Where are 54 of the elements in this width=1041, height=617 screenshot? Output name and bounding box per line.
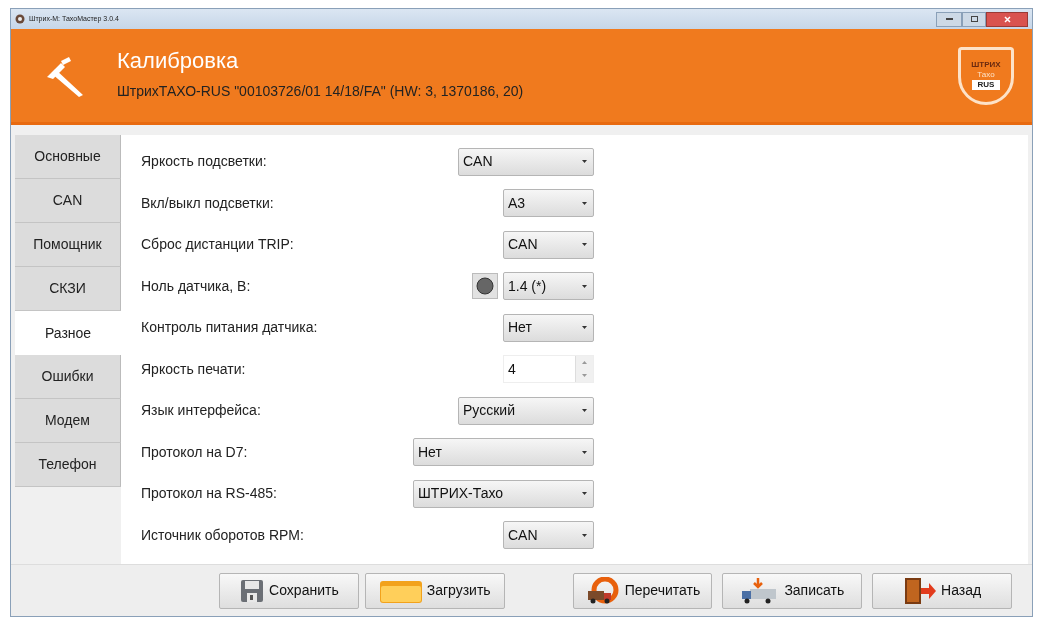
setting-label: Яркость печати: <box>141 359 246 379</box>
side-tab[interactable]: СКЗИ <box>15 267 121 311</box>
exit-door-icon <box>903 576 937 605</box>
toolbar-button[interactable]: Загрузить <box>364 572 505 609</box>
maximize-button[interactable] <box>962 11 986 27</box>
side-tab[interactable]: Ошибки <box>15 355 121 399</box>
dropdown-caret-icon <box>582 492 587 496</box>
dropdown-caret-icon <box>582 450 587 454</box>
dropdown-caret-icon <box>582 243 587 247</box>
dropdown-caret-icon <box>582 409 587 413</box>
setting-label: Протокол на RS-485: <box>141 484 277 504</box>
close-button[interactable] <box>986 11 1028 27</box>
dropdown-caret-icon <box>582 160 587 164</box>
logo-text: Тахо <box>977 69 995 80</box>
dropdown-caret-icon <box>582 533 587 537</box>
maximize-icon <box>970 16 978 22</box>
logo-text: RUS <box>971 79 1001 90</box>
side-tab[interactable]: Модем <box>15 399 121 443</box>
dropdown-caret-icon <box>582 326 587 330</box>
dropdown[interactable]: CAN <box>503 521 594 550</box>
setting-label: Источник оборотов RPM: <box>141 525 304 545</box>
side-tab[interactable]: Разное <box>15 311 121 355</box>
setting-label: Протокол на D7: <box>141 442 248 462</box>
minimize-button[interactable] <box>936 11 962 27</box>
dropdown[interactable]: CAN <box>458 147 594 176</box>
dropdown[interactable]: CAN <box>503 230 594 259</box>
close-icon <box>1003 15 1011 23</box>
setting-label: Ноль датчика, В: <box>141 276 251 296</box>
page-title: Калибровка <box>117 46 240 75</box>
dropdown[interactable]: A3 <box>503 189 594 218</box>
device-info: ШтрихТАХО-RUS "00103726/01 14/18/FA" (HW: 3, 1370186, 20) <box>117 81 524 101</box>
setting-label: Контроль питания датчика: <box>141 318 318 338</box>
setting-label: Вкл/выкл подсветки: <box>141 193 274 213</box>
dropdown[interactable]: Нет <box>413 438 594 467</box>
toolbar-button[interactable]: Сохранить <box>219 572 359 609</box>
setting-label: Сброс дистанции TRIP: <box>141 235 294 255</box>
dropdown[interactable]: Нет <box>503 313 594 342</box>
dropdown-caret-icon <box>582 201 587 205</box>
dropdown[interactable]: ШТРИХ-Тахо <box>413 479 594 508</box>
dropdown[interactable]: 1.4 (*) <box>503 272 594 301</box>
side-tab[interactable]: Основные <box>15 135 121 179</box>
logo-text: ШТРИХ <box>971 59 1001 70</box>
side-tab[interactable]: Помощник <box>15 223 121 267</box>
setting-label: Язык интерфейса: <box>141 401 261 421</box>
app-icon <box>15 14 25 24</box>
side-tab[interactable]: Телефон <box>15 443 121 487</box>
dropdown-caret-icon <box>582 284 587 288</box>
side-tab[interactable]: CAN <box>15 179 121 223</box>
setting-label: Яркость подсветки: <box>141 152 267 172</box>
dropdown[interactable]: Русский <box>458 396 594 425</box>
minimize-icon <box>945 18 953 20</box>
toolbar-button[interactable]: Перечитать <box>572 572 713 609</box>
toolbar-button[interactable]: Записать <box>722 572 863 609</box>
toolbar-button[interactable]: Назад <box>872 572 1012 609</box>
